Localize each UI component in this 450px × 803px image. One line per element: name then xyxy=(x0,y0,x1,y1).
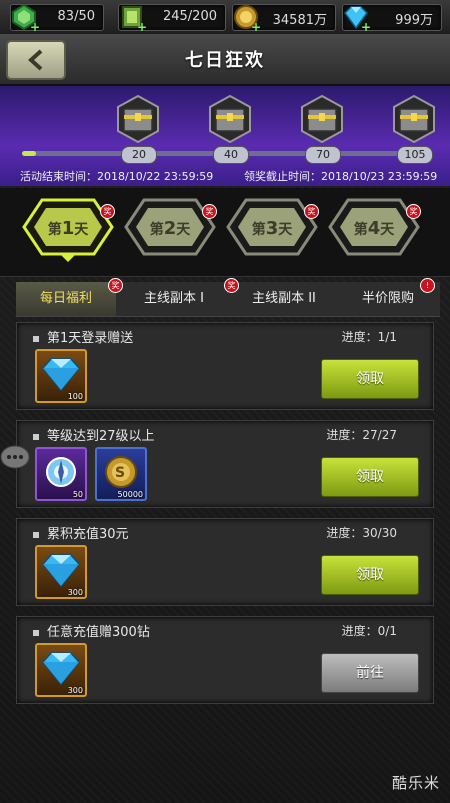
svg-text:+: + xyxy=(251,20,261,32)
diamond-icon xyxy=(42,554,80,588)
chest-icon xyxy=(301,94,343,144)
diamond-icon xyxy=(42,652,80,686)
task-progress: 进度：0/1 xyxy=(341,624,397,638)
reward-chest-3[interactable] xyxy=(297,94,347,144)
tab-main-dungeon-2[interactable]: 主线副本 II xyxy=(230,282,338,316)
chat-bubble-icon[interactable] xyxy=(0,444,30,472)
header: 七日狂欢 xyxy=(0,34,450,86)
page-title: 七日狂欢 xyxy=(185,50,265,71)
reward-amount: 50 xyxy=(72,490,83,499)
go-button[interactable]: 前往 xyxy=(321,653,419,693)
task-card: 等级达到27级以上 进度：27/27 50 S 50000 领取 xyxy=(16,420,434,508)
resource-value: 245/200 xyxy=(162,9,217,24)
red-dot-badge: 奖 xyxy=(304,204,319,219)
reward-amount: 300 xyxy=(67,686,83,695)
day-tab-4[interactable]: 第4天 奖 xyxy=(328,198,421,256)
claim-button[interactable]: 领取 xyxy=(321,555,419,595)
reward-chest-2[interactable] xyxy=(205,94,255,144)
task-card: 累积充值30元 进度：30/30 300 领取 xyxy=(16,518,434,606)
task-title: 累积充值30元 xyxy=(33,523,129,542)
reward-chest-1[interactable] xyxy=(113,94,163,144)
diamond-icon xyxy=(42,358,80,392)
svg-text:+: + xyxy=(137,20,147,32)
red-dot-badge: 奖 xyxy=(406,204,421,219)
reward-chest-4[interactable] xyxy=(389,94,439,144)
task-progress: 进度：1/1 xyxy=(341,330,397,344)
red-dot-badge: ! xyxy=(420,278,435,293)
resource-diamond[interactable]: + 999万 xyxy=(342,4,442,32)
resource-gold[interactable]: + 34581万 xyxy=(232,4,336,32)
gold-coin-icon: + xyxy=(234,5,261,32)
resource-crystal[interactable]: + 245/200 xyxy=(118,4,226,32)
tab-daily-welfare[interactable]: 每日福利 xyxy=(16,282,116,316)
reward-item[interactable]: S 50000 xyxy=(95,447,147,501)
reward-item[interactable]: 300 xyxy=(35,643,87,697)
reward-amount: 300 xyxy=(67,588,83,597)
svg-text:+: + xyxy=(30,20,39,32)
svg-text:+: + xyxy=(361,20,371,32)
task-progress: 进度：30/30 xyxy=(326,526,397,540)
milestone-label: 105 xyxy=(397,146,433,164)
day-label: 第2天 xyxy=(149,218,191,239)
day-tab-2[interactable]: 第2天 奖 xyxy=(124,198,217,256)
reward-item[interactable]: 300 xyxy=(35,545,87,599)
day-tab-1[interactable]: 第1天 奖 xyxy=(22,198,115,262)
red-dot-badge: 奖 xyxy=(202,204,217,219)
activity-end-time: 活动结束时间：2018/10/22 23:59:59 xyxy=(20,170,214,183)
day-tabs: 第1天 奖 第2天 奖 第3天 奖 第4天 奖 xyxy=(0,188,450,277)
resource-value: 34581万 xyxy=(272,13,327,28)
claim-deadline-time: 领奖截止时间：2018/10/23 23:59:59 xyxy=(244,170,438,183)
reward-amount: 100 xyxy=(67,392,83,401)
day-label: 第3天 xyxy=(251,218,293,239)
compass-icon xyxy=(46,457,76,487)
reward-item[interactable]: 100 xyxy=(35,349,87,403)
milestone-label: 40 xyxy=(213,146,249,164)
resource-value: 83/50 xyxy=(57,9,95,24)
reward-item[interactable]: 50 xyxy=(35,447,87,501)
tab-main-dungeon-1[interactable]: 主线副本 I xyxy=(120,282,228,316)
milestone-label: 70 xyxy=(305,146,341,164)
task-card: 任意充值赠300钻 进度：0/1 300 前往 xyxy=(16,616,434,704)
green-crystal-icon: + xyxy=(122,6,147,32)
task-title: 等级达到27级以上 xyxy=(33,425,155,444)
category-tabs: 每日福利 奖 主线副本 I 奖 主线副本 II 半价限购 ! xyxy=(16,278,440,317)
task-progress: 进度：27/27 xyxy=(326,428,397,442)
reward-progress-panel: 20 40 70 105 活动结束时间：2018/10/22 23:59:59 … xyxy=(0,86,450,186)
milestone-label: 20 xyxy=(121,146,157,164)
day-label: 第4天 xyxy=(353,218,395,239)
day-tab-3[interactable]: 第3天 奖 xyxy=(226,198,319,256)
day-label: 第1天 xyxy=(47,218,89,239)
claim-button[interactable]: 领取 xyxy=(321,457,419,497)
resource-energy[interactable]: + 83/50 xyxy=(10,3,104,32)
task-card: 第1天登录赠送 进度：1/1 100 领取 xyxy=(16,322,434,410)
task-title: 任意充值赠300钻 xyxy=(33,621,150,640)
diamond-icon: + xyxy=(344,6,371,32)
chest-icon xyxy=(393,94,435,144)
red-dot-badge: 奖 xyxy=(100,204,115,219)
chest-icon xyxy=(117,94,159,144)
gold-coin-icon: S xyxy=(105,456,137,488)
resource-value: 999万 xyxy=(395,13,433,28)
claim-button[interactable]: 领取 xyxy=(321,359,419,399)
watermark: 酷乐米 xyxy=(391,774,440,792)
green-gem-icon: + xyxy=(12,3,39,32)
svg-text:S: S xyxy=(115,465,125,481)
resource-bar: + 83/50 + 245/200 + 34581万 + 999万 xyxy=(0,0,450,35)
progress-fill xyxy=(22,151,36,156)
chest-icon xyxy=(209,94,251,144)
reward-amount: 50000 xyxy=(117,490,143,499)
task-title: 第1天登录赠送 xyxy=(33,327,133,346)
